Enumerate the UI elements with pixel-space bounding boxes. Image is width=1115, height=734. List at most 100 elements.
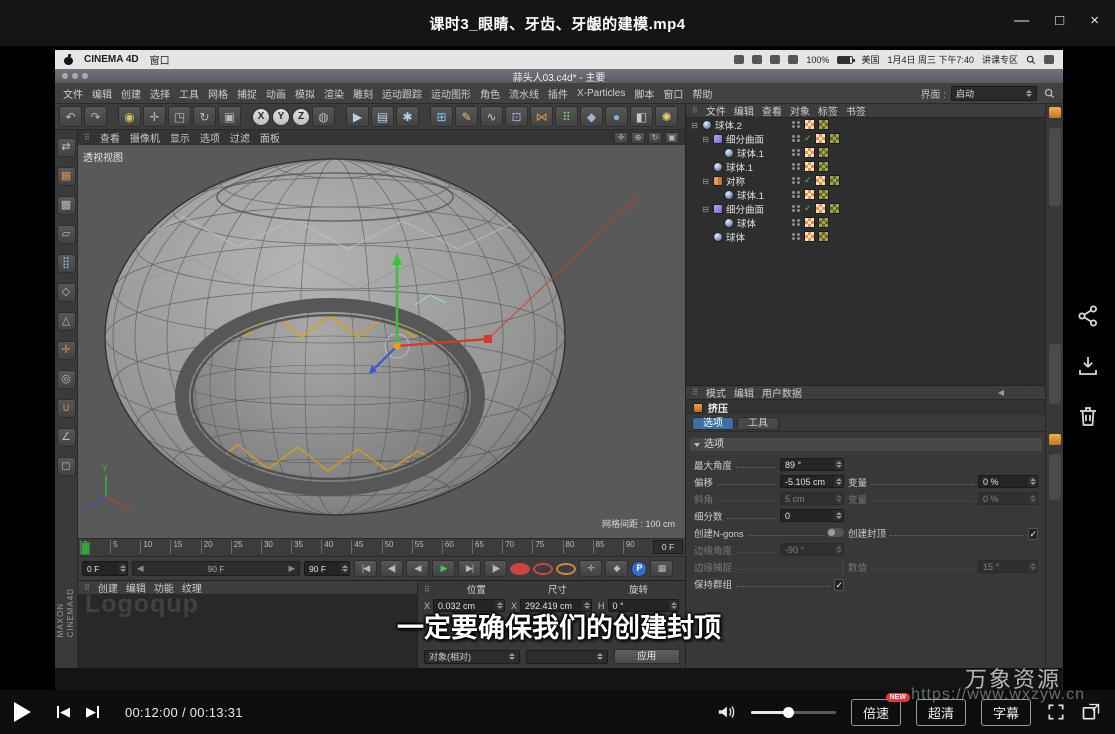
dock-tab[interactable] <box>1049 454 1061 500</box>
menubar-clock[interactable]: 1月4日 周三 下午7:40 <box>887 53 974 66</box>
object-row[interactable]: 球体.1 <box>686 160 1046 174</box>
menu-item[interactable]: 动画 <box>266 86 286 101</box>
rotate-icon[interactable]: ↻ <box>193 106 216 127</box>
goto-end-button[interactable]: |▶ <box>484 560 507 577</box>
share-icon[interactable] <box>1076 304 1100 328</box>
visibility-dots[interactable] <box>792 121 801 128</box>
expander-icon[interactable]: ⊟ <box>701 205 710 214</box>
viewport-menu-panel[interactable]: 面板 <box>260 130 280 145</box>
coordinate-system-icon[interactable]: ◍ <box>312 106 335 127</box>
broadcast-app-label[interactable]: 讲课专区 <box>982 53 1018 66</box>
object-row[interactable]: ⊟细分曲面✓ <box>686 202 1046 216</box>
menu-item[interactable]: 对象 <box>790 103 810 118</box>
visibility-dots[interactable] <box>792 177 801 184</box>
menu-item[interactable]: X-Particles <box>577 88 625 99</box>
interface-dropdown[interactable]: 启动 <box>951 86 1037 101</box>
menu-item[interactable]: 文件 <box>706 103 726 118</box>
zoom-window-icon[interactable] <box>82 73 88 79</box>
close-window-icon[interactable] <box>62 73 68 79</box>
visibility-dots[interactable] <box>792 205 801 212</box>
parameter-record-button[interactable]: P <box>631 561 647 577</box>
menu-item[interactable]: 书签 <box>846 103 866 118</box>
macos-window-menu[interactable]: 窗口 <box>150 52 170 67</box>
spinner-icon[interactable] <box>340 563 349 574</box>
menu-item[interactable]: 创建 <box>121 86 141 101</box>
screen-record-icon[interactable] <box>752 55 762 64</box>
menu-item[interactable]: 窗口 <box>663 86 683 101</box>
add-primitive-icon[interactable]: ⊞ <box>430 106 453 127</box>
texture-tag-icon[interactable] <box>815 175 826 186</box>
slider-left-arrow-icon[interactable]: ◀ <box>137 563 144 574</box>
texture-tag-icon[interactable] <box>804 161 815 172</box>
render-picture-viewer-icon[interactable]: ▤ <box>371 106 394 127</box>
viewport-canvas[interactable]: Y X Z <box>78 145 685 538</box>
spotlight-search-icon[interactable] <box>1026 55 1036 65</box>
value-field[interactable]: 15 ° <box>978 560 1038 573</box>
visibility-dots[interactable] <box>792 219 801 226</box>
menu-item[interactable]: 渲染 <box>324 86 344 101</box>
next-episode-button[interactable]: ▶ <box>86 704 99 720</box>
autokey-button[interactable]: ◆ <box>605 560 628 577</box>
value-field[interactable]: 0 % <box>978 475 1038 488</box>
viewport-menu-view[interactable]: 查看 <box>100 130 120 145</box>
prev-key-button[interactable]: ◀| <box>380 560 403 577</box>
dock-icon-attributes[interactable] <box>1049 434 1061 445</box>
render-settings-icon[interactable]: ✱ <box>396 106 419 127</box>
workplane-icon[interactable]: ▱ <box>57 225 76 244</box>
search-icon[interactable] <box>1044 88 1055 99</box>
volume-icon[interactable] <box>716 703 736 721</box>
environment-icon[interactable]: ● <box>605 106 628 127</box>
expander-icon[interactable]: ⊟ <box>701 135 710 144</box>
spinner-icon[interactable] <box>1028 493 1037 504</box>
timeline-tick[interactable]: 45 <box>351 540 381 554</box>
make-editable-icon[interactable]: ⇄ <box>57 138 76 157</box>
timeline-tick[interactable]: 20 <box>201 540 231 554</box>
menu-item[interactable]: 帮助 <box>692 86 712 101</box>
timeline-tick[interactable]: 35 <box>291 540 321 554</box>
timeline-ruler[interactable]: 051015202530354045505560657075808590 0 F <box>78 538 685 556</box>
value-field[interactable]: -90 ° <box>780 543 844 556</box>
visibility-dots[interactable] <box>792 135 801 142</box>
value-field[interactable]: -5.105 cm <box>780 475 844 488</box>
record-keyframe-button[interactable] <box>510 563 530 575</box>
visibility-dots[interactable] <box>792 163 801 170</box>
viewport-solo-icon[interactable]: ◎ <box>57 370 76 389</box>
object-name[interactable]: 球体.1 <box>737 146 764 160</box>
deformer-icon[interactable]: ◆ <box>580 106 603 127</box>
grip-icon[interactable]: ⠿ <box>424 585 430 594</box>
spinner-icon[interactable] <box>834 476 843 487</box>
object-row[interactable]: ⊟细分曲面✓ <box>686 132 1046 146</box>
value-field[interactable]: 89 ° <box>780 458 844 471</box>
texture-tag-icon[interactable] <box>815 133 826 144</box>
menu-item[interactable]: 编辑 <box>734 103 754 118</box>
previous-episode-button[interactable]: ◀ <box>57 704 70 720</box>
pan-view-icon[interactable]: ✛ <box>614 132 628 144</box>
spinner-icon[interactable] <box>1028 476 1037 487</box>
menu-item[interactable]: 运动图形 <box>431 86 471 101</box>
popout-window-icon[interactable] <box>1081 702 1101 722</box>
goto-start-button[interactable]: |◀ <box>354 560 377 577</box>
object-row[interactable]: 球体 <box>686 216 1046 230</box>
texture-tag-icon[interactable] <box>815 203 826 214</box>
live-selection-icon[interactable]: ◉ <box>118 106 141 127</box>
menu-item[interactable]: 文件 <box>63 86 83 101</box>
dock-tab[interactable] <box>1049 128 1061 206</box>
timeline-tick[interactable]: 55 <box>412 540 442 554</box>
texture-tag-icon[interactable] <box>804 147 815 158</box>
quantize-icon[interactable]: ∠ <box>57 428 76 447</box>
object-name[interactable]: 对称 <box>726 174 745 188</box>
control-center-icon[interactable] <box>1044 55 1054 64</box>
history-back-icon[interactable]: ◀ <box>998 388 1004 397</box>
minimize-window-icon[interactable] <box>72 73 78 79</box>
timeline-tick[interactable]: 60 <box>442 540 472 554</box>
value-field[interactable]: 5 cm <box>780 492 844 505</box>
object-name[interactable]: 球体.2 <box>715 118 742 132</box>
minimize-icon[interactable]: — <box>1014 11 1029 31</box>
polygons-mode-icon[interactable]: △ <box>57 312 76 331</box>
camera-icon[interactable]: ◧ <box>630 106 653 127</box>
play-button[interactable]: ▶ <box>432 560 455 577</box>
tab-tool[interactable]: 工具 <box>737 417 779 430</box>
timeline-tick[interactable]: 30 <box>261 540 291 554</box>
object-row[interactable]: ⊟对称✓ <box>686 174 1046 188</box>
render-view-icon[interactable]: ▶ <box>346 106 369 127</box>
